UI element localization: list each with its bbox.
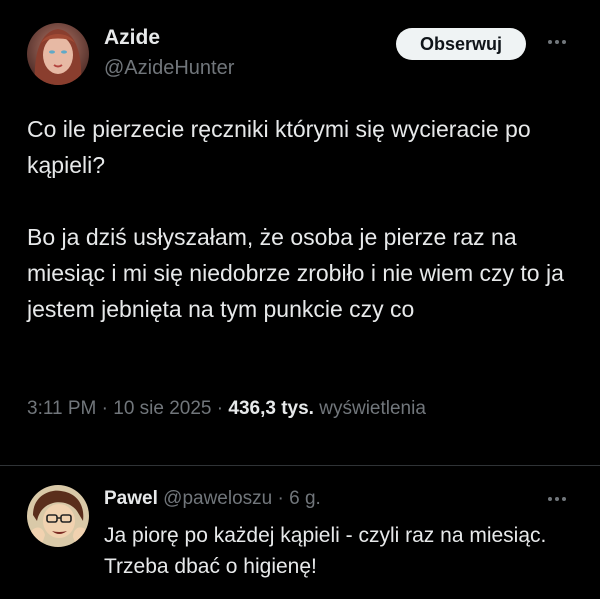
reply-author-handle[interactable]: @paweloszu [163,488,272,509]
author-name[interactable]: Azide [104,26,160,50]
tweet-time[interactable]: 3:11 PM [27,398,96,419]
avatar-image [27,485,89,547]
tweet-meta: 3:11 PM · 10 sie 2025 · 436,3 tys. wyświ… [27,398,426,420]
avatar[interactable] [27,23,89,85]
tweet-text: Co ile pierzecie ręczniki którymi się wy… [27,111,587,327]
meta-separator: · [277,488,284,509]
main-tweet: Azide @AzideHunter Obserwuj Co ile pierz… [0,0,600,466]
tweet-paragraph: Co ile pierzecie ręczniki którymi się wy… [27,116,531,178]
reply-tweet[interactable]: Pawel @paweloszu · 6 g. Ja piorę po każd… [0,466,600,599]
views-label: wyświetlenia [319,398,426,419]
reply-author-name[interactable]: Pawel [104,488,158,509]
more-horizontal-icon[interactable] [543,487,571,511]
views-count: 436,3 tys. [228,398,314,419]
tweet-date[interactable]: 10 sie 2025 [113,398,211,419]
meta-separator: · [216,398,224,419]
tweet-paragraph: Bo ja dziś usłyszałam, że osoba je pierz… [27,224,564,322]
follow-button[interactable]: Obserwuj [396,28,526,60]
reply-time[interactable]: 6 g. [289,488,321,509]
more-horizontal-icon[interactable] [543,30,571,54]
avatar-image [27,23,89,85]
avatar[interactable] [27,485,89,547]
reply-header: Pawel @paweloszu · 6 g. [104,488,321,510]
author-handle[interactable]: @AzideHunter [104,57,234,80]
reply-text: Ja piorę po każdej kąpieli - czyli raz n… [104,520,564,582]
meta-separator: · [101,398,108,419]
reply-paragraph: Ja piorę po każdej kąpieli - czyli raz n… [104,524,547,578]
